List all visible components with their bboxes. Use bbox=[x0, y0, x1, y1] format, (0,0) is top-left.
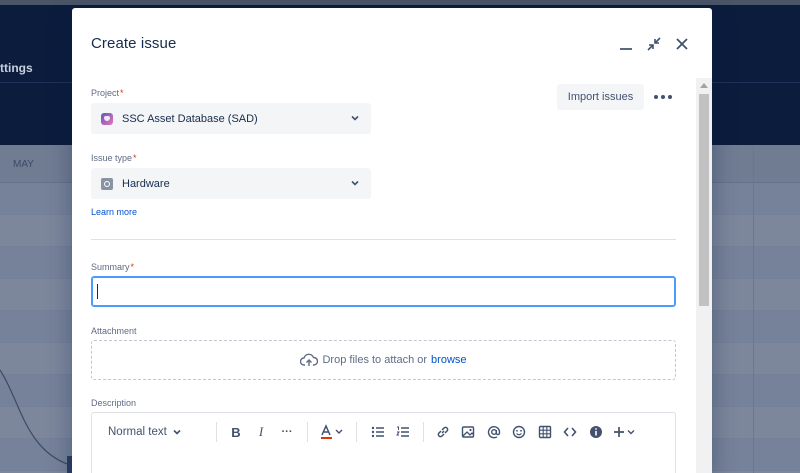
collapse-button[interactable] bbox=[642, 32, 666, 56]
project-select[interactable]: SSC Asset Database (SAD) bbox=[91, 103, 371, 134]
cloud-upload-icon bbox=[300, 353, 319, 367]
background-settings-label: ttings bbox=[0, 61, 33, 75]
modal-scrollbar[interactable] bbox=[696, 78, 712, 473]
link-icon bbox=[437, 426, 449, 438]
mention-icon bbox=[487, 426, 501, 439]
toolbar-separator bbox=[356, 422, 357, 442]
info-icon bbox=[590, 426, 602, 438]
plus-icon bbox=[614, 427, 635, 437]
italic-button[interactable]: I bbox=[251, 420, 271, 444]
issue-type-select[interactable]: Hardware bbox=[91, 168, 371, 199]
dropzone-text: Drop files to attach or bbox=[322, 354, 428, 366]
timeline-dependency-curve bbox=[0, 369, 71, 466]
modal-title: Create issue bbox=[91, 35, 177, 52]
timeline-month-label: MAY bbox=[13, 159, 34, 170]
text-style-dropdown[interactable]: Normal text bbox=[108, 420, 196, 444]
numbered-list-button[interactable] bbox=[393, 420, 413, 444]
more-formatting-button[interactable]: ··· bbox=[276, 420, 298, 444]
project-select-value: SSC Asset Database (SAD) bbox=[122, 112, 258, 125]
more-dot-icon bbox=[654, 95, 658, 99]
issue-type-select-value: Hardware bbox=[122, 177, 170, 190]
text-color-button[interactable] bbox=[318, 420, 346, 444]
emoji-icon bbox=[512, 425, 526, 439]
bold-button[interactable]: B bbox=[226, 420, 246, 444]
minimize-button[interactable] bbox=[614, 32, 638, 56]
chevron-down-icon bbox=[351, 180, 359, 186]
issue-type-label: Issue type* bbox=[91, 153, 137, 163]
editor-toolbar: Normal text B I ··· bbox=[92, 413, 675, 451]
toolbar-separator bbox=[423, 422, 424, 442]
project-label: Project* bbox=[91, 88, 124, 98]
required-mark: * bbox=[133, 153, 137, 163]
numbered-list-icon bbox=[396, 426, 409, 437]
timeline-gridline bbox=[753, 145, 754, 473]
code-icon bbox=[563, 427, 577, 437]
modal-body: Project* SSC Asset Database (SAD) Import… bbox=[72, 78, 696, 473]
bullet-list-icon bbox=[371, 426, 384, 438]
text-color-icon bbox=[321, 424, 343, 439]
description-label: Description bbox=[91, 398, 137, 408]
description-editor[interactable]: Normal text B I ··· bbox=[91, 412, 676, 473]
summary-input[interactable] bbox=[91, 276, 676, 307]
text-style-label: Normal text bbox=[108, 426, 167, 438]
more-dot-icon bbox=[661, 95, 665, 99]
more-actions-button[interactable] bbox=[650, 86, 676, 108]
collapse-icon bbox=[647, 37, 661, 51]
required-mark: * bbox=[130, 262, 135, 272]
table-icon bbox=[538, 425, 552, 439]
required-mark: * bbox=[120, 88, 124, 98]
emoji-button[interactable] bbox=[509, 420, 529, 444]
bullet-list-button[interactable] bbox=[368, 420, 388, 444]
mention-button[interactable] bbox=[484, 420, 504, 444]
close-button[interactable] bbox=[670, 32, 694, 56]
table-button[interactable] bbox=[535, 420, 555, 444]
image-button[interactable] bbox=[458, 420, 478, 444]
import-issues-button[interactable]: Import issues bbox=[557, 84, 644, 110]
text-cursor bbox=[97, 284, 98, 299]
chevron-down-icon bbox=[351, 115, 359, 121]
summary-label: Summary* bbox=[91, 262, 135, 272]
section-divider bbox=[91, 239, 676, 240]
info-panel-button[interactable] bbox=[586, 420, 606, 444]
minimize-icon bbox=[620, 48, 632, 50]
attachment-label: Attachment bbox=[91, 326, 137, 336]
link-button[interactable] bbox=[433, 420, 453, 444]
learn-more-link[interactable]: Learn more bbox=[91, 207, 137, 217]
toolbar-separator bbox=[216, 422, 217, 442]
hardware-issue-type-icon bbox=[101, 177, 113, 190]
browse-link[interactable]: browse bbox=[431, 354, 466, 366]
scroll-up-arrow-icon[interactable] bbox=[700, 83, 708, 88]
attachment-dropzone[interactable]: Drop files to attach or browse bbox=[91, 340, 676, 380]
toolbar-separator bbox=[307, 422, 308, 442]
code-snippet-button[interactable] bbox=[560, 420, 580, 444]
insert-more-button[interactable] bbox=[612, 420, 640, 444]
chevron-down-icon bbox=[173, 429, 181, 435]
project-avatar-icon bbox=[101, 112, 113, 125]
more-dot-icon bbox=[668, 95, 672, 99]
image-icon bbox=[461, 426, 475, 438]
scrollbar-thumb[interactable] bbox=[699, 94, 709, 306]
create-issue-modal: Create issue Project* SSC Asset Database… bbox=[72, 8, 712, 473]
close-icon bbox=[676, 38, 688, 50]
